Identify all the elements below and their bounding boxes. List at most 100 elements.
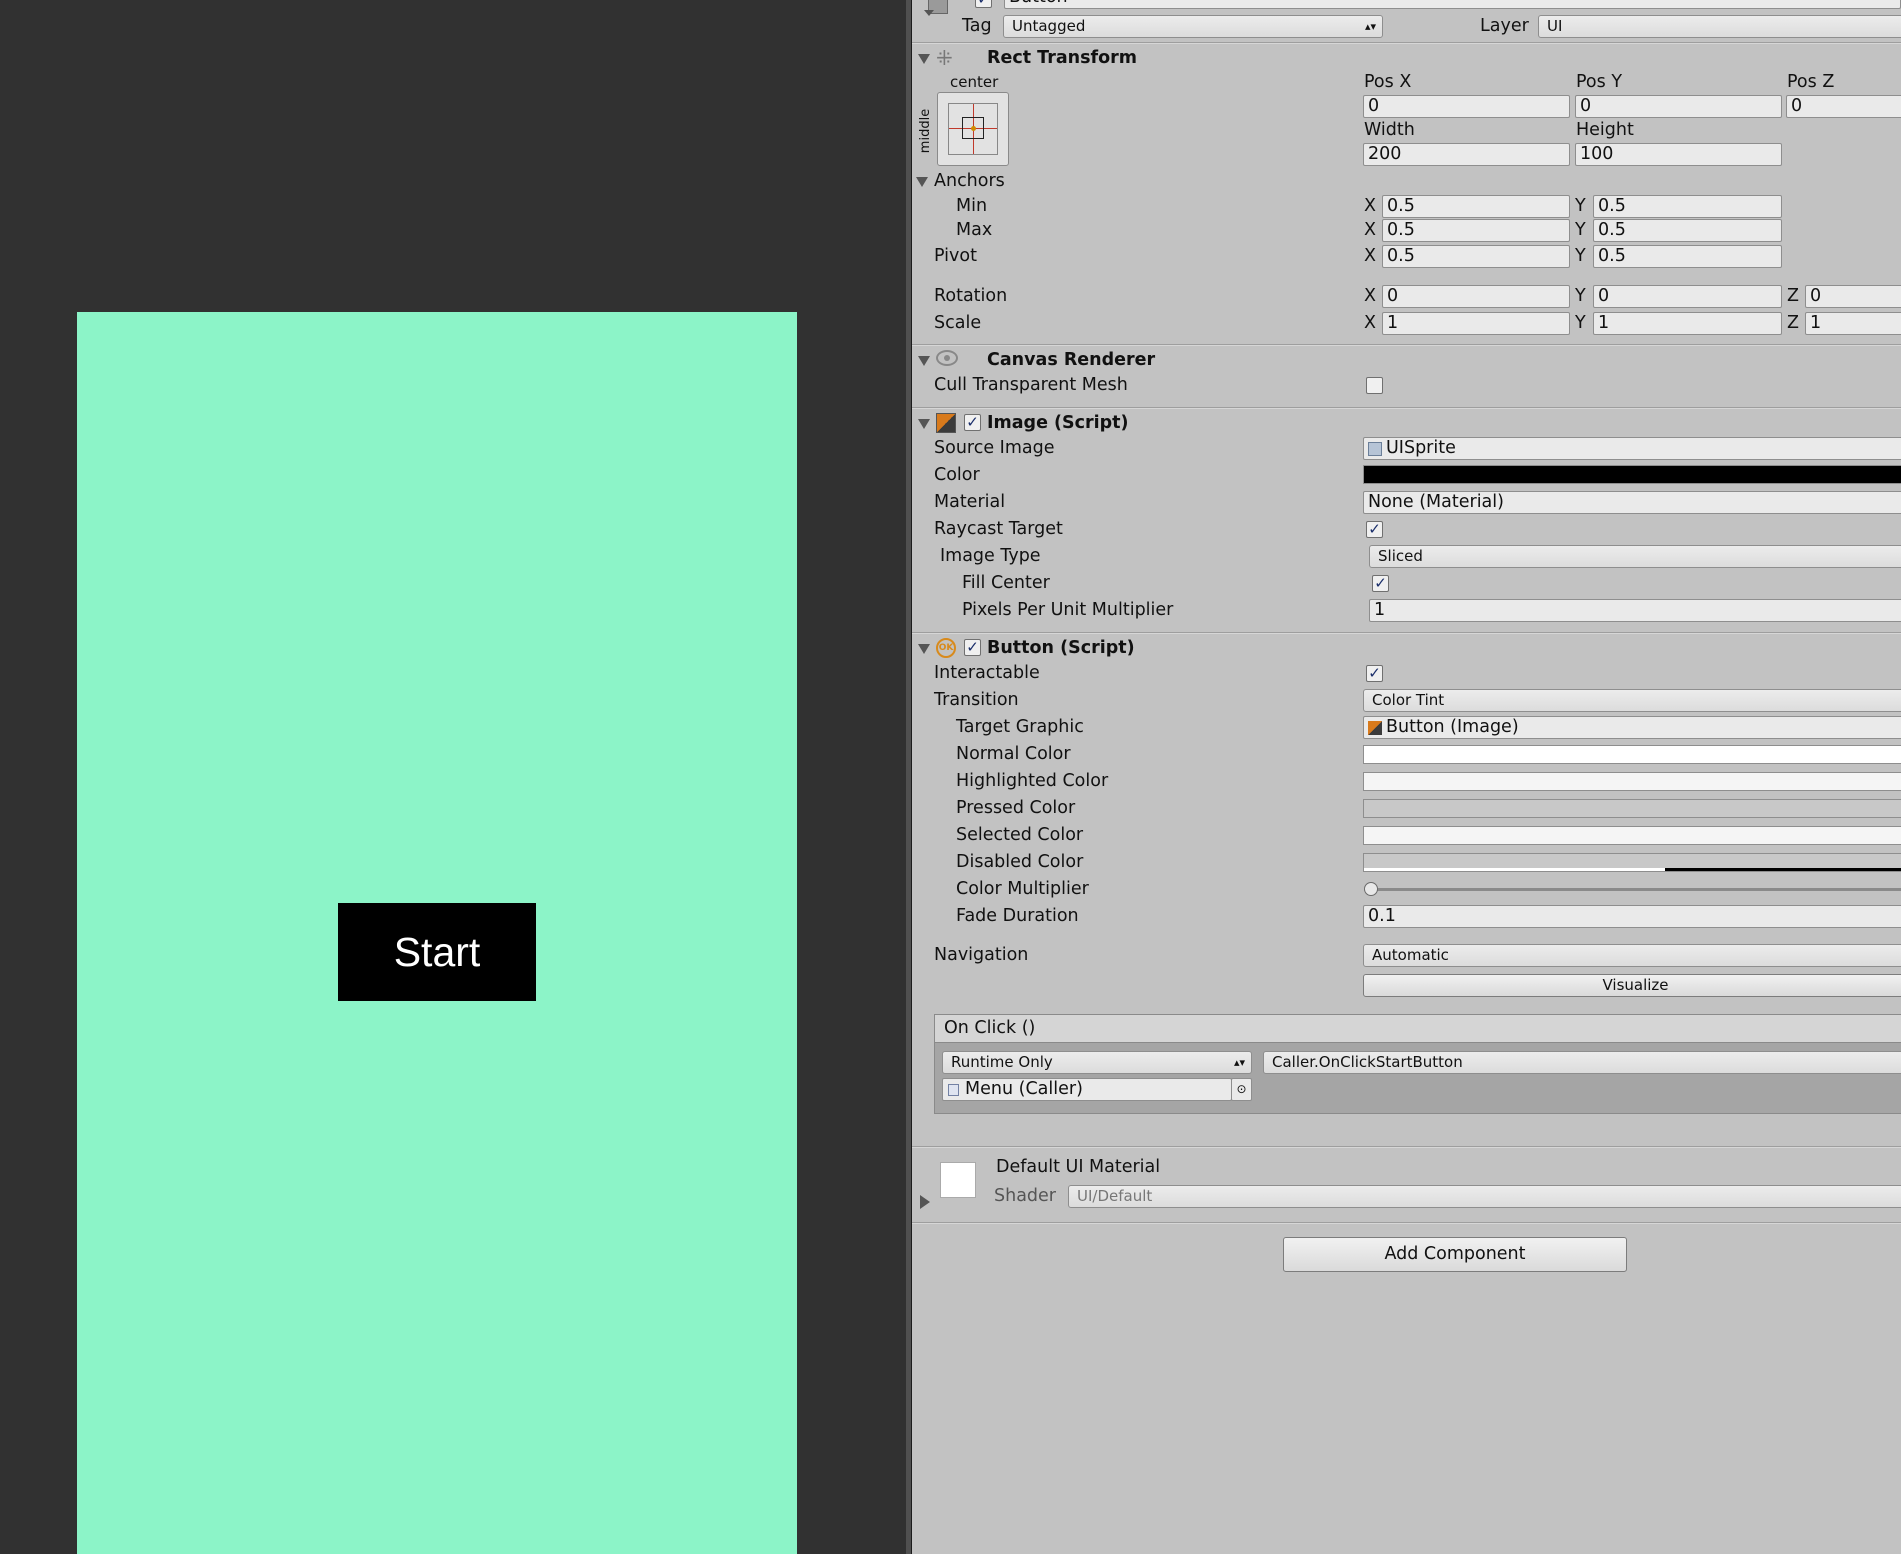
visualize-button[interactable]: Visualize <box>1363 974 1901 997</box>
fill-center-checkbox[interactable]: ✓ <box>1372 575 1389 592</box>
fill-center-label: Fill Center <box>962 573 1050 593</box>
scale-y-field[interactable]: 1 <box>1593 312 1782 335</box>
start-button[interactable]: Start <box>338 903 536 1001</box>
rot-y-field[interactable]: 0 <box>1593 285 1782 308</box>
target-object-field[interactable]: Menu (Caller) <box>942 1078 1232 1101</box>
object-picker-button[interactable]: ⊙ <box>1231 1078 1252 1101</box>
runtime-dropdown[interactable]: Runtime Only ▴▾ <box>942 1051 1252 1074</box>
pressed-color-swatch[interactable] <box>1363 799 1901 818</box>
pivot-x-axis: X <box>1364 246 1376 266</box>
canvas-renderer-title: Canvas Renderer <box>987 350 1156 370</box>
min-y-field[interactable]: 0.5 <box>1593 195 1782 218</box>
max-x-field[interactable]: 0.5 <box>1382 219 1570 242</box>
rot-z-field[interactable]: 0 <box>1805 285 1901 308</box>
scale-y-axis: Y <box>1575 313 1586 333</box>
slider-handle[interactable] <box>1364 882 1378 896</box>
normal-color-label: Normal Color <box>956 744 1071 764</box>
color-swatch[interactable] <box>1363 465 1901 484</box>
raycast-target-checkbox[interactable]: ✓ <box>1366 521 1383 538</box>
rot-z-axis: Z <box>1787 286 1799 306</box>
max-label: Max <box>956 220 993 240</box>
anchors-foldout-icon[interactable] <box>916 177 928 187</box>
material-label: Material <box>934 492 1006 512</box>
target-graphic-field[interactable]: Button (Image) <box>1363 716 1901 739</box>
scale-z-field[interactable]: 1 <box>1805 312 1901 335</box>
anchors-label: Anchors <box>934 171 1005 191</box>
foldout-arrow-icon[interactable] <box>918 419 930 429</box>
image-icon <box>936 413 956 433</box>
rot-x-axis: X <box>1364 286 1376 306</box>
rotation-label: Rotation <box>934 286 1008 306</box>
max-y-field[interactable]: 0.5 <box>1593 219 1782 242</box>
interactable-checkbox[interactable]: ✓ <box>1366 665 1383 682</box>
material-field[interactable]: None (Material) <box>1363 491 1901 514</box>
source-image-field[interactable]: UISprite <box>1363 437 1901 460</box>
rect-transform-icon: ⁜ <box>936 46 953 70</box>
divider <box>912 632 1901 634</box>
image-type-dropdown[interactable]: Sliced <box>1369 545 1901 568</box>
selected-color-swatch[interactable] <box>1363 826 1901 845</box>
min-x-field[interactable]: 0.5 <box>1382 195 1570 218</box>
runtime-value: Runtime Only <box>951 1053 1053 1071</box>
shader-label: Shader <box>994 1186 1056 1206</box>
foldout-arrow-icon[interactable] <box>918 54 930 64</box>
pos-x-label: Pos X <box>1364 72 1412 92</box>
divider <box>912 1222 1901 1224</box>
pos-z-field[interactable]: 0 <box>1786 95 1901 118</box>
pos-y-field[interactable]: 0 <box>1575 95 1782 118</box>
tag-dropdown[interactable]: Untagged ▴▾ <box>1003 15 1383 38</box>
height-field[interactable]: 100 <box>1575 143 1782 166</box>
pos-y-label: Pos Y <box>1576 72 1623 92</box>
add-component-button[interactable]: Add Component <box>1283 1237 1627 1272</box>
max-x-axis: X <box>1364 220 1376 240</box>
ppu-multiplier-field[interactable]: 1 <box>1369 599 1901 622</box>
foldout-arrow-icon[interactable] <box>918 644 930 654</box>
rot-x-field[interactable]: 0 <box>1382 285 1570 308</box>
pivot-y-field[interactable]: 0.5 <box>1593 245 1782 268</box>
disabled-color-swatch[interactable] <box>1363 853 1901 872</box>
width-field[interactable]: 200 <box>1363 143 1570 166</box>
pos-x-field[interactable]: 0 <box>1363 95 1570 118</box>
normal-color-swatch[interactable] <box>1363 745 1901 764</box>
active-checkbox[interactable]: ✓ <box>975 0 992 8</box>
scale-x-field[interactable]: 1 <box>1382 312 1570 335</box>
function-dropdown[interactable]: Caller.OnClickStartButton <box>1263 1051 1901 1074</box>
navigation-dropdown[interactable]: Automatic <box>1363 944 1901 967</box>
divider <box>912 344 1901 346</box>
image-type-label: Image Type <box>940 546 1041 566</box>
image-icon <box>1368 721 1382 735</box>
width-label: Width <box>1364 120 1415 140</box>
cull-transparent-mesh-checkbox[interactable] <box>1366 377 1383 394</box>
color-multiplier-slider[interactable] <box>1364 882 1901 896</box>
chevron-down-icon[interactable] <box>924 10 934 16</box>
layer-value: UI <box>1547 17 1563 35</box>
divider <box>912 1146 1901 1148</box>
rot-y-axis: Y <box>1575 286 1586 306</box>
foldout-arrow-icon[interactable] <box>918 356 930 366</box>
scale-z-axis: Z <box>1787 313 1799 333</box>
highlighted-color-swatch[interactable] <box>1363 772 1901 791</box>
rect-transform-title: Rect Transform <box>987 48 1138 68</box>
game-view: Start <box>0 0 906 1554</box>
fade-duration-field[interactable]: 0.1 <box>1363 905 1901 928</box>
pivot-x-field[interactable]: 0.5 <box>1382 245 1570 268</box>
image-enabled-checkbox[interactable]: ✓ <box>964 414 981 431</box>
disabled-color-label: Disabled Color <box>956 852 1084 872</box>
min-y-axis: Y <box>1575 196 1586 216</box>
layer-dropdown[interactable]: UI <box>1538 15 1901 38</box>
target-graphic-value: Button (Image) <box>1386 717 1519 737</box>
scale-x-axis: X <box>1364 313 1376 333</box>
transition-dropdown[interactable]: Color Tint <box>1363 689 1901 712</box>
button-enabled-checkbox[interactable]: ✓ <box>964 639 981 656</box>
shader-dropdown[interactable]: UI/Default <box>1068 1185 1901 1208</box>
layer-label: Layer <box>1480 16 1529 36</box>
material-foldout-icon[interactable] <box>920 1195 930 1209</box>
object-name-field[interactable]: Button <box>1004 0 1901 9</box>
inspector-panel: ✓ Button Tag Untagged ▴▾ Layer UI ⁜ Rect … <box>912 0 1901 1554</box>
script-icon <box>948 1084 959 1096</box>
transition-label: Transition <box>934 690 1019 710</box>
height-label: Height <box>1576 120 1634 140</box>
eye-icon <box>936 350 958 366</box>
ppu-multiplier-label: Pixels Per Unit Multiplier <box>962 600 1174 620</box>
anchor-preset-button[interactable] <box>937 92 1009 166</box>
